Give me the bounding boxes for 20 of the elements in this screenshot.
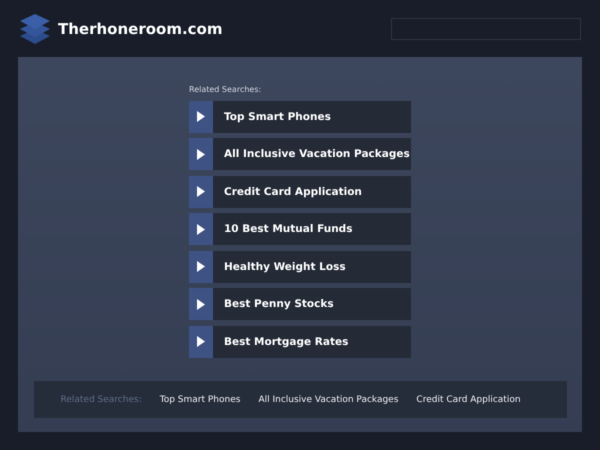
search-link[interactable]: All Inclusive Vacation Packages [189,138,411,170]
search-link[interactable]: Best Penny Stocks [189,288,411,320]
search-link[interactable]: Credit Card Application [189,176,411,208]
search-link[interactable]: Top Smart Phones [160,394,240,404]
play-arrow-icon [197,336,205,347]
site-name: Therhoneroom.com [58,20,224,38]
play-arrow-icon [197,261,205,272]
play-arrow-icon [197,298,205,310]
search-link[interactable]: 10 Best Mutual Funds [189,213,411,245]
play-arrow-icon [197,224,205,234]
search-link[interactable]: All Inclusive Vacation Packages [258,394,398,404]
related-searches-heading: Related Searches: [189,85,262,94]
search-link[interactable]: Credit Card Application [416,394,521,404]
play-arrow-icon [197,148,205,160]
search-link[interactable]: Best Mortgage Rates [189,326,411,358]
related-searches-label: Related Searches: [60,394,142,404]
play-arrow-icon [197,111,205,122]
search-link[interactable]: Healthy Weight Loss [189,250,411,282]
play-arrow-icon [197,186,205,197]
search-link[interactable]: Top Smart Phones [189,100,411,132]
